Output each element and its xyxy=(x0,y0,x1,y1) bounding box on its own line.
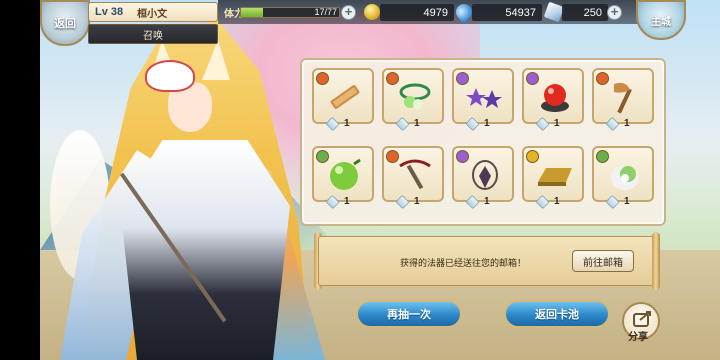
reward-item[interactable]: 1 xyxy=(312,146,374,210)
character-body xyxy=(120,140,290,360)
green-orb-icon xyxy=(326,158,364,192)
go-to-mailbox-label: 前往邮箱 xyxy=(583,257,623,269)
gold-amount: 4979 xyxy=(380,4,454,21)
gem-amount: 54937 xyxy=(472,4,542,21)
fox-mask xyxy=(145,60,195,92)
stamina-bar: 17/77 xyxy=(240,7,340,18)
red-orb-icon xyxy=(536,80,574,114)
stamina-value: 17/77 xyxy=(314,7,337,17)
reward-quantity: 1 xyxy=(624,196,630,207)
reward-item[interactable]: 1 xyxy=(382,68,444,132)
letterbox xyxy=(0,0,40,360)
reward-item[interactable]: 1 xyxy=(522,146,584,210)
reward-quantity: 1 xyxy=(414,118,420,129)
mail-notice: 获得的法器已经送往您的邮箱！ xyxy=(399,258,526,268)
reward-item-frame xyxy=(382,68,444,124)
draw-again-label: 再抽一次 xyxy=(387,309,431,321)
reward-item[interactable]: 1 xyxy=(522,68,584,132)
reward-item-frame xyxy=(592,146,654,202)
gem-value: 54937 xyxy=(505,6,536,19)
amulet-icon xyxy=(466,158,504,192)
reward-quantity: 1 xyxy=(484,118,490,129)
reward-quantity: 1 xyxy=(554,118,560,129)
gold-bar-icon xyxy=(536,158,574,192)
go-to-mailbox-button[interactable]: 前往邮箱 xyxy=(572,250,634,272)
reward-quantity: 1 xyxy=(624,118,630,129)
add-crystal-button[interactable]: + xyxy=(607,5,622,20)
reward-item-frame xyxy=(452,68,514,124)
crystal-amount: 250 xyxy=(562,4,608,21)
draw-again-button[interactable]: 再抽一次 xyxy=(356,300,462,328)
reward-quantity: 1 xyxy=(484,196,490,207)
tab-summon-label: 召唤 xyxy=(143,30,163,42)
reward-item-frame xyxy=(382,146,444,202)
purple-stars-icon xyxy=(466,80,504,114)
return-pool-label: 返回卡池 xyxy=(535,309,579,321)
return-pool-button[interactable]: 返回卡池 xyxy=(504,300,610,328)
reward-quantity: 1 xyxy=(554,196,560,207)
reward-item[interactable]: 1 xyxy=(382,146,444,210)
crossbow-icon xyxy=(396,158,434,192)
jade-necklace-icon xyxy=(396,80,434,114)
scroll-roll-right xyxy=(652,232,660,290)
share-label: 分享 xyxy=(628,332,648,343)
reward-item-frame xyxy=(592,68,654,124)
reward-item[interactable]: 1 xyxy=(452,68,514,132)
reward-item[interactable]: 1 xyxy=(312,68,374,132)
reward-item-frame xyxy=(522,68,584,124)
spirit-pet-icon xyxy=(606,158,644,192)
reward-item[interactable]: 1 xyxy=(452,146,514,210)
reward-item[interactable]: 1 xyxy=(592,68,654,132)
main-city-label: 主城 xyxy=(651,16,671,28)
add-stamina-button[interactable]: + xyxy=(341,5,356,20)
summon-result-screen: 返回 Lv 38 桓小文 召唤 体力 17/77 + 4979 54937 25… xyxy=(0,0,720,360)
player-name: 桓小文 xyxy=(137,8,168,20)
crystal-value: 250 xyxy=(583,6,602,19)
reward-item-frame xyxy=(312,68,374,124)
tab-summon: 召唤 xyxy=(88,24,218,44)
reward-item[interactable]: 1 xyxy=(592,146,654,210)
back-button[interactable]: 返回 xyxy=(40,0,90,46)
stamina-fill xyxy=(241,8,263,17)
reward-quantity: 1 xyxy=(414,196,420,207)
reward-item-frame xyxy=(312,146,374,202)
reward-item-frame xyxy=(522,146,584,202)
player-level: Lv 38 xyxy=(95,6,124,18)
reward-quantity: 1 xyxy=(344,196,350,207)
reward-item-frame xyxy=(452,146,514,202)
player-info[interactable]: Lv 38 桓小文 xyxy=(88,2,218,22)
axe-icon xyxy=(606,80,644,114)
back-label: 返回 xyxy=(54,18,76,30)
gold-coin-icon xyxy=(364,4,380,20)
reward-quantity: 1 xyxy=(344,118,350,129)
gold-value: 4979 xyxy=(423,6,448,19)
wooden-scroll-icon xyxy=(326,80,364,114)
